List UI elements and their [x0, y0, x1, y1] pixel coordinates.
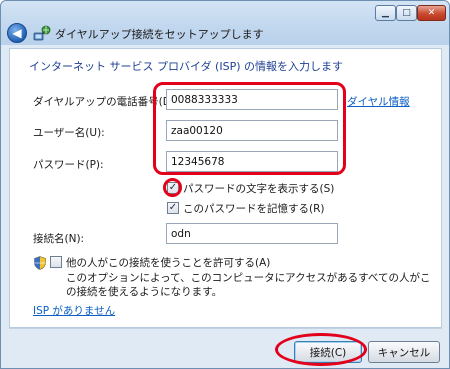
minimize-button[interactable]: ▁	[375, 5, 396, 21]
window-title: ダイヤルアップ接続をセットアップします	[55, 28, 264, 41]
minimize-icon: ▁	[382, 7, 389, 18]
close-button[interactable]: ✕	[417, 5, 446, 21]
connection-name-input[interactable]: odn	[166, 223, 338, 244]
dialup-setup-window: ▁ □ ✕ ◀ ダイヤルアップ接続をセットアップします インターネット サービス…	[0, 0, 450, 369]
no-isp-link[interactable]: ISP がありません	[33, 303, 115, 318]
close-icon: ✕	[427, 7, 436, 18]
remember-password-label: このパスワードを記憶する(R)	[183, 203, 325, 215]
title-bar: ▁ □ ✕ ◀ ダイヤルアップ接続をセットアップします	[1, 1, 449, 45]
username-label: ユーザー名(U):	[33, 127, 105, 139]
allow-others-label: 他の人がこの接続を使うことを許可する(A)	[66, 257, 271, 269]
show-password-label: パスワードの文字を表示する(S)	[183, 183, 335, 195]
show-password-checkbox[interactable]: ✓	[167, 182, 179, 194]
connection-name-label: 接続名(N):	[33, 233, 85, 245]
phone-number-label: ダイヤルアップの電話番号(D):	[33, 96, 179, 108]
password-label: パスワード(P):	[33, 159, 104, 171]
remember-password-checkbox[interactable]: ✓	[167, 202, 179, 214]
cancel-button[interactable]: キャンセル	[368, 341, 440, 363]
network-wizard-icon	[33, 25, 51, 41]
allow-others-checkbox[interactable]	[50, 256, 62, 268]
connect-button[interactable]: 接続(C)	[294, 341, 362, 363]
password-input[interactable]: 12345678	[166, 151, 338, 172]
footer-divider	[9, 328, 442, 329]
back-button[interactable]: ◀	[7, 23, 27, 43]
dialing-rules-link[interactable]: ダイヤル情報	[347, 94, 410, 109]
phone-number-input[interactable]: 0088333333	[166, 89, 338, 110]
back-arrow-icon: ◀	[12, 26, 22, 40]
instruction-heading: インターネット サービス プロバイダ (ISP) の情報を入力します	[29, 60, 343, 73]
uac-shield-icon	[34, 256, 46, 270]
maximize-button[interactable]: □	[396, 5, 417, 21]
maximize-icon: □	[402, 7, 411, 18]
username-input[interactable]: zaa00120	[166, 120, 338, 141]
allow-others-description: このオプションによって、このコンピュータにアクセスがあるすべての人がこの接続を使…	[66, 272, 431, 298]
